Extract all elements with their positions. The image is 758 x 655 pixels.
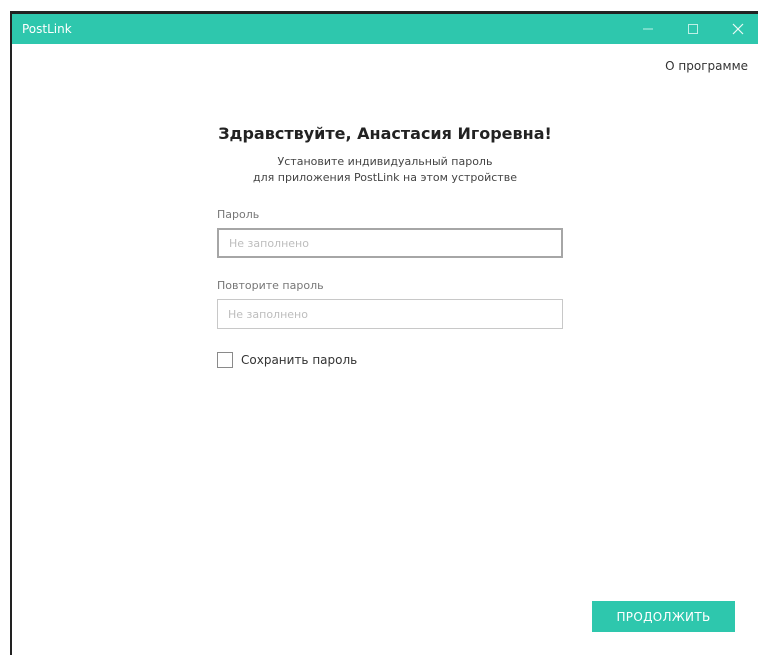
greeting-title: Здравствуйте, Анастасия Игоревна! [218, 124, 552, 143]
continue-button[interactable]: ПРОДОЛЖИТЬ [592, 601, 735, 632]
save-password-label[interactable]: Сохранить пароль [241, 353, 357, 367]
password-label: Пароль [217, 208, 260, 221]
minimize-icon [643, 28, 653, 30]
maximize-button[interactable] [673, 14, 713, 44]
save-password-checkbox[interactable] [217, 352, 233, 368]
subtitle-line-1: Установите индивидуальный пароль [277, 155, 493, 168]
close-icon [732, 23, 744, 35]
password-repeat-input[interactable] [217, 299, 563, 329]
password-input[interactable] [217, 228, 563, 258]
password-repeat-label: Повторите пароль [217, 279, 324, 292]
save-password-row[interactable]: Сохранить пароль [217, 352, 357, 368]
about-link[interactable]: О программе [665, 59, 748, 73]
minimize-button[interactable] [628, 14, 668, 44]
subtitle: Установите индивидуальный пароль для при… [12, 154, 758, 186]
close-button[interactable] [718, 14, 758, 44]
subtitle-line-2: для приложения PostLink на этом устройст… [253, 171, 517, 184]
background-window-edge [0, 0, 758, 14]
title-bar[interactable]: PostLink [12, 14, 758, 44]
app-window: PostLink О программе Здравствуйте, Анаст… [10, 14, 758, 655]
app-title: PostLink [22, 22, 72, 36]
maximize-icon [688, 24, 698, 34]
